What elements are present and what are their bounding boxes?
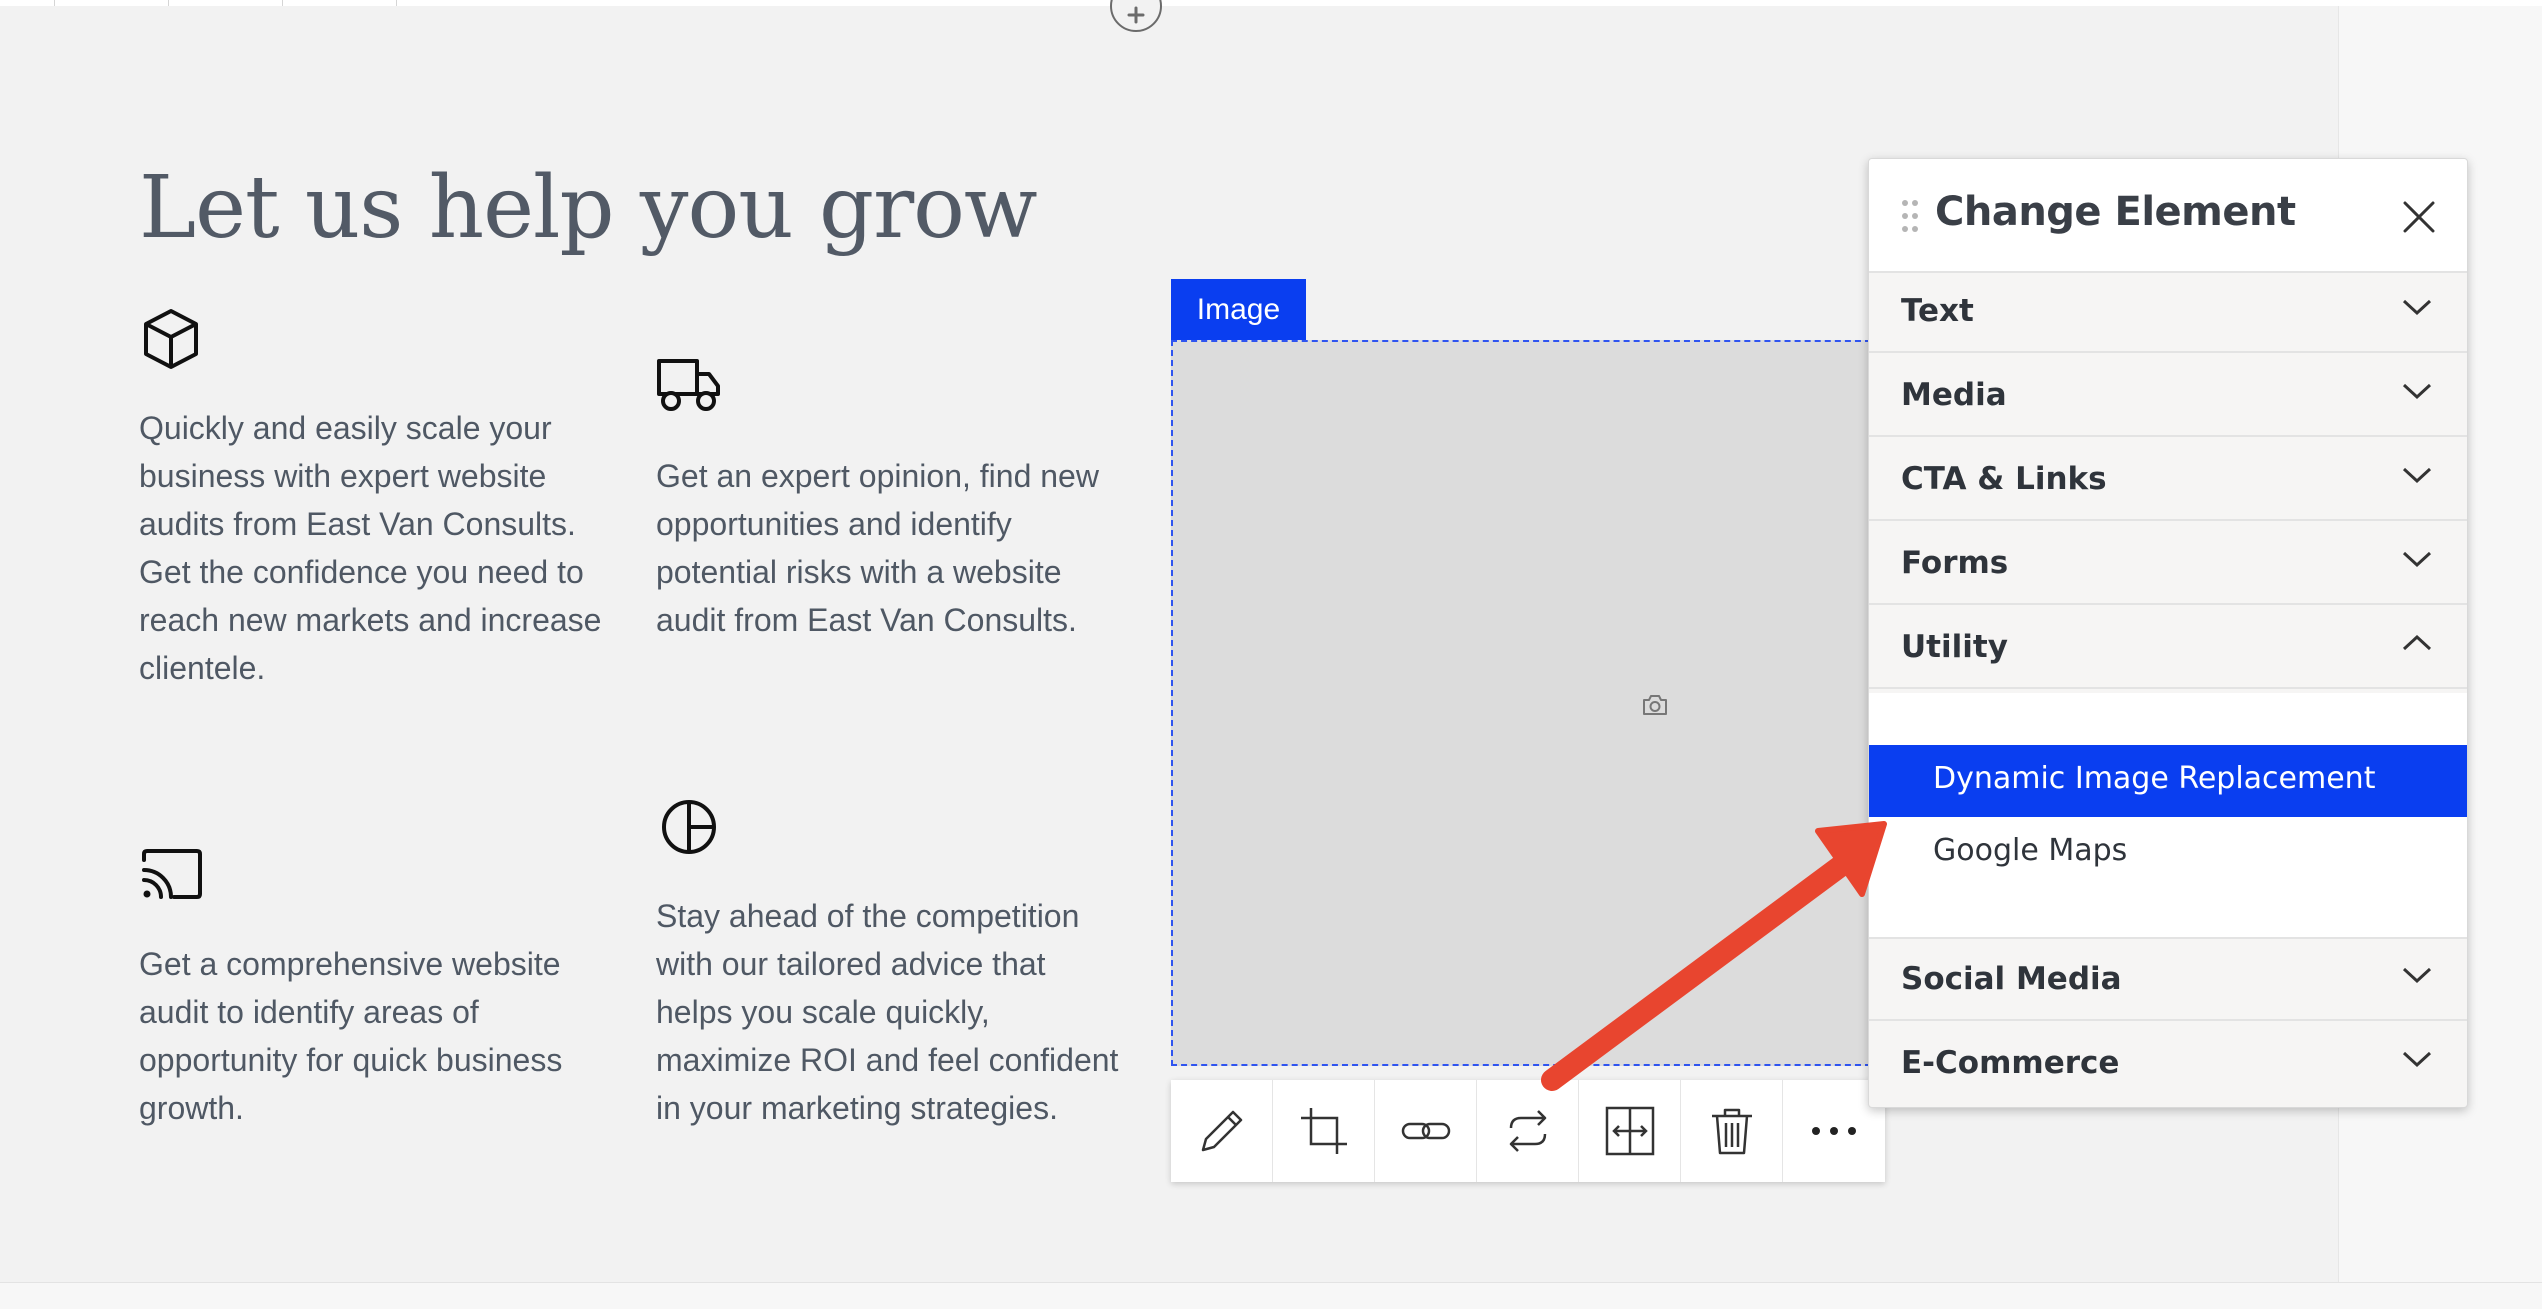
section-label: Utility	[1901, 629, 2008, 665]
utility-item-google-maps[interactable]: Google Maps	[1869, 817, 2467, 889]
camera-icon	[1643, 695, 1667, 715]
pencil-icon	[1201, 1110, 1243, 1152]
swap-icon	[1509, 1110, 1547, 1152]
close-icon[interactable]	[2399, 197, 2439, 237]
bottom-strip	[0, 1282, 2542, 1309]
resize-button[interactable]	[1579, 1080, 1681, 1182]
image-element-tag[interactable]: Image	[1171, 279, 1306, 341]
more-icon	[1812, 1127, 1856, 1135]
utility-items: Dynamic Image Replacement Google Maps	[1869, 693, 2467, 939]
replace-button[interactable]	[1477, 1080, 1579, 1182]
panel-title: Change Element	[1935, 189, 2296, 235]
section-label: E-Commerce	[1901, 1045, 2120, 1081]
section-label: CTA & Links	[1901, 461, 2107, 497]
image-toolbar	[1171, 1080, 1885, 1182]
cube-icon	[144, 309, 198, 369]
section-utility[interactable]: Utility	[1869, 607, 2467, 689]
delete-button[interactable]	[1681, 1080, 1783, 1182]
section-social-media[interactable]: Social Media	[1869, 939, 2467, 1021]
section-media[interactable]: Media	[1869, 355, 2467, 437]
section-label: Media	[1901, 377, 2007, 413]
chevron-down-icon	[2402, 467, 2432, 484]
pie-chart-icon	[662, 800, 716, 854]
section-e-commerce[interactable]: E-Commerce	[1869, 1023, 2467, 1105]
section-text[interactable]: Text	[1869, 271, 2467, 353]
feature-text: Get an expert opinion, find new opportun…	[656, 458, 1099, 638]
section-label: Forms	[1901, 545, 2009, 581]
drag-handle-icon[interactable]	[1901, 199, 1919, 233]
chevron-down-icon	[2402, 1051, 2432, 1068]
feature-text: Quickly and easily scale your business w…	[139, 410, 602, 686]
panel-header: Change Element	[1869, 159, 2467, 273]
edit-button[interactable]	[1171, 1080, 1273, 1182]
change-element-panel: Change Element Text Media CTA & Links Fo…	[1868, 158, 2468, 1108]
cast-icon	[142, 849, 202, 899]
feature-text: Stay ahead of the competition with our t…	[656, 898, 1119, 1126]
plus-icon	[1127, 6, 1145, 24]
section-label: Social Media	[1901, 961, 2122, 997]
resize-icon	[1605, 1106, 1655, 1156]
chevron-down-icon	[2402, 551, 2432, 568]
section-cta-links[interactable]: CTA & Links	[1869, 439, 2467, 521]
crop-button[interactable]	[1273, 1080, 1375, 1182]
add-section-button[interactable]	[1110, 0, 1162, 32]
chevron-down-icon	[2402, 299, 2432, 316]
trash-icon	[1712, 1108, 1752, 1155]
chevron-down-icon	[2402, 967, 2432, 984]
chevron-up-icon	[2402, 634, 2432, 651]
feature-text: Get a comprehensive website audit to ide…	[139, 946, 563, 1126]
section-label: Text	[1901, 293, 1974, 329]
link-button[interactable]	[1375, 1080, 1477, 1182]
crop-icon	[1301, 1108, 1347, 1154]
utility-item-label: Dynamic Image Replacement	[1933, 761, 2376, 796]
image-placeholder[interactable]	[1171, 340, 1871, 1066]
section-forms[interactable]: Forms	[1869, 523, 2467, 605]
section-heading[interactable]: Let us help you grow	[139, 158, 1038, 258]
chevron-down-icon	[2402, 383, 2432, 400]
utility-item-dynamic-image-replacement[interactable]: Dynamic Image Replacement	[1869, 745, 2467, 817]
utility-item-label: Google Maps	[1933, 833, 2128, 868]
link-icon	[1401, 1122, 1451, 1140]
truck-icon	[657, 359, 720, 411]
